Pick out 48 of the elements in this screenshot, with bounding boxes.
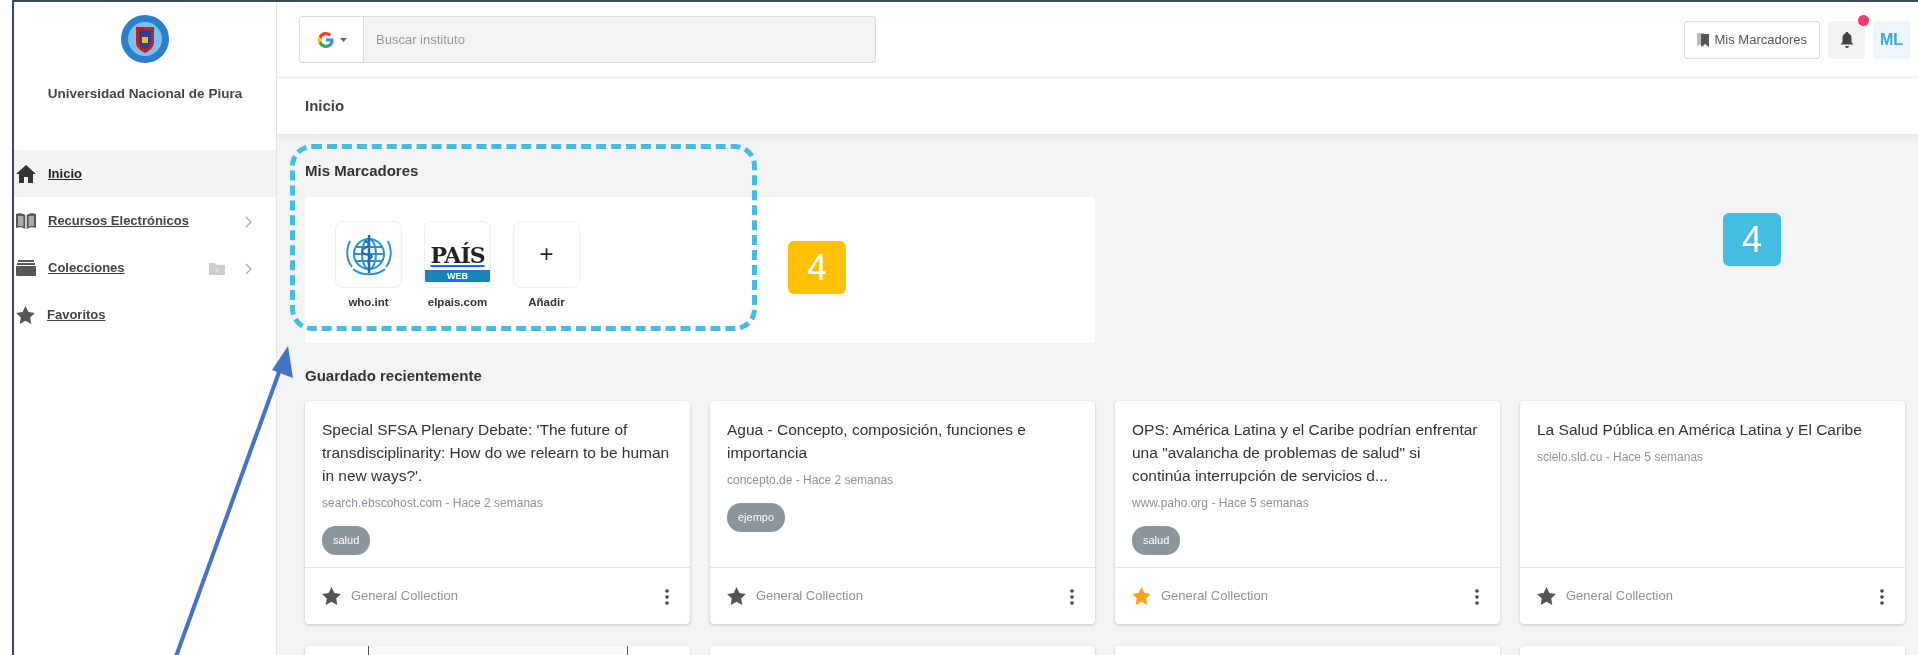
sidebar-item[interactable]: Favoritos bbox=[14, 291, 276, 339]
site-tile[interactable]: PAÍS WEB bbox=[424, 220, 491, 288]
item-source: scielo.sld.cu - Hace 5 semanas bbox=[1537, 449, 1705, 466]
collection-name: General Collection bbox=[756, 587, 864, 606]
item-title[interactable]: Special SFSA Plenary Debate: 'The future of transdisciplinarity: How do we relearn to be human in new ways?'. bbox=[322, 418, 673, 487]
logo-subtitle: WEB bbox=[425, 269, 490, 282]
folder-stack-icon bbox=[16, 259, 36, 276]
bell-icon bbox=[1839, 31, 1854, 48]
item-source: concepto.de - Hace 2 semanas bbox=[727, 472, 895, 489]
site-tile[interactable] bbox=[335, 220, 402, 288]
star-icon[interactable] bbox=[1132, 587, 1151, 605]
section-heading: Mis Marcadores bbox=[305, 161, 420, 181]
university-seal-icon bbox=[118, 12, 172, 66]
item-title[interactable]: Agua - Concepto, composición, funciones e importancia bbox=[727, 418, 1078, 464]
number-badge: 4 bbox=[1723, 213, 1781, 266]
add-bookmark-button[interactable]: + bbox=[513, 220, 580, 288]
page-title: Inicio bbox=[277, 78, 1918, 134]
home-icon bbox=[16, 164, 36, 183]
item-source: search.ebscohost.com - Hace 2 semanas bbox=[322, 495, 544, 512]
collection-name: General Collection bbox=[351, 587, 459, 606]
star-icon[interactable] bbox=[322, 587, 341, 605]
bookmark-label: Añadir bbox=[528, 294, 565, 310]
sidebar-item[interactable]: Colecciones bbox=[14, 244, 276, 292]
item-title[interactable]: OPS: América Latina y el Caribe podrían enfrentar una "avalancha de problemas de salud" si continúa interrupción de servicios d... bbox=[1132, 418, 1483, 487]
sidebar-item[interactable]: Inicio bbox=[14, 150, 276, 198]
institution-name: Universidad Nacional de Piura bbox=[46, 85, 244, 103]
search-field[interactable]: Buscar instituto bbox=[299, 16, 876, 63]
bookmark-icon bbox=[1696, 32, 1709, 47]
search-engine-dropdown[interactable] bbox=[300, 17, 364, 62]
star-icon[interactable] bbox=[727, 587, 746, 605]
star-icon bbox=[16, 305, 35, 324]
collection-name: General Collection bbox=[1566, 587, 1674, 606]
caret-icon bbox=[340, 37, 347, 42]
bookmark-label: elpais.com bbox=[427, 294, 488, 310]
item-source: www.paho.org - Hace 5 semanas bbox=[1132, 495, 1310, 512]
item-title[interactable]: La Salud Pública en América Latina y El Caribe bbox=[1537, 418, 1888, 441]
bookmarks-button[interactable]: Mis Marcadores bbox=[1683, 20, 1820, 59]
number-badge: 4 bbox=[788, 241, 846, 294]
notification-button[interactable] bbox=[1828, 20, 1865, 59]
sidebar-item[interactable]: Recursos Electrónicos bbox=[14, 197, 276, 245]
bookmark-label: who.int bbox=[348, 294, 389, 310]
book-icon bbox=[16, 212, 36, 229]
star-icon[interactable] bbox=[1537, 587, 1556, 605]
logo-wordmark: PAÍS bbox=[429, 243, 486, 266]
collection-name: General Collection bbox=[1161, 587, 1269, 606]
search-input[interactable]: Buscar instituto bbox=[364, 17, 875, 62]
section-heading: Guardado recientemente bbox=[305, 365, 483, 386]
google-logo-icon bbox=[316, 29, 336, 50]
